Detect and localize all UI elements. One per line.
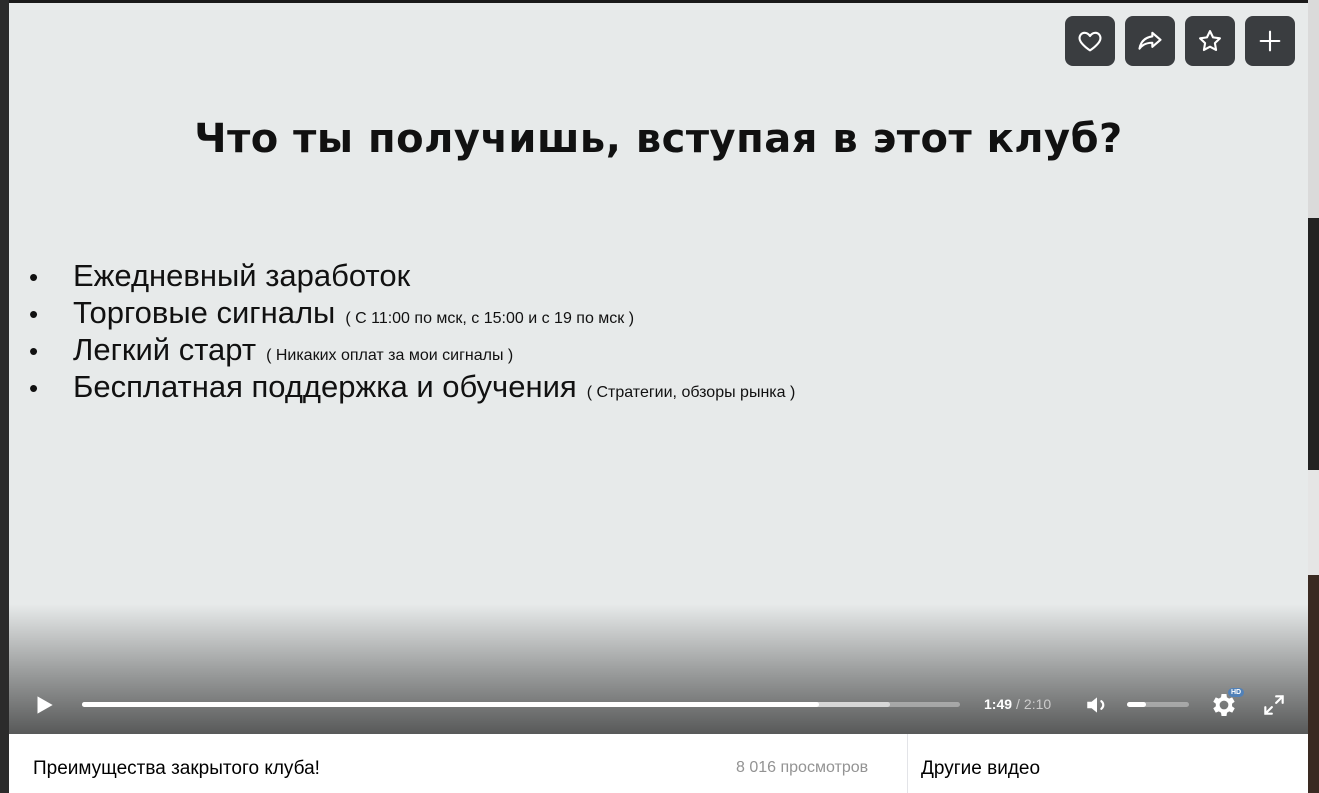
star-icon xyxy=(1199,30,1221,52)
bullet-text: Легкий старт xyxy=(73,332,257,367)
like-button[interactable] xyxy=(1065,16,1115,66)
share-arrow-icon xyxy=(1138,31,1162,50)
video-info-bar: Преимущества закрытого клуба! 8 016 прос… xyxy=(9,734,1308,793)
slide-bullet-list: • Ежедневный заработок • Торговые сигнал… xyxy=(29,258,795,406)
page-background-right xyxy=(1308,0,1319,793)
favorite-button[interactable] xyxy=(1185,16,1235,66)
bullet-marker: • xyxy=(29,262,39,292)
bullet-marker: • xyxy=(29,373,39,403)
volume-slider[interactable] xyxy=(1127,702,1189,707)
heart-icon xyxy=(1078,31,1102,52)
bullet-marker: • xyxy=(29,336,39,366)
time-display: 1:49/2:10 xyxy=(984,696,1051,712)
play-button[interactable] xyxy=(31,692,57,718)
bullet-item: • Бесплатная поддержка и обучения ( Стра… xyxy=(29,369,795,406)
bullet-note: ( Никаких оплат за мои сигналы ) xyxy=(266,347,514,364)
current-time: 1:49 xyxy=(984,696,1013,712)
bullet-item: • Торговые сигналы ( С 11:00 по мск, с 1… xyxy=(29,295,795,332)
volume-level xyxy=(1127,702,1146,707)
speaker-icon xyxy=(1087,697,1105,713)
duration: 2:10 xyxy=(1023,696,1052,712)
player-controls: 1:49/2:10 HD xyxy=(9,674,1308,734)
add-button[interactable] xyxy=(1245,16,1295,66)
bullet-note: ( С 11:00 по мск, с 15:00 и с 19 по мск … xyxy=(345,310,635,327)
hd-badge: HD xyxy=(1228,688,1245,697)
bullet-text: Бесплатная поддержка и обучения xyxy=(73,369,577,404)
bullet-item: • Легкий старт ( Никаких оплат за мои си… xyxy=(29,332,795,369)
view-count: 8 016 просмотров xyxy=(736,759,869,776)
divider xyxy=(907,734,908,793)
fullscreen-icon xyxy=(1264,695,1284,715)
bullet-text: Торговые сигналы xyxy=(73,295,336,330)
bullet-note: ( Стратегии, обзоры рынка ) xyxy=(586,384,796,401)
other-videos-link[interactable]: Другие видео xyxy=(921,758,1040,780)
bullet-text: Ежедневный заработок xyxy=(73,258,411,293)
progress-bar[interactable] xyxy=(82,702,960,707)
play-icon xyxy=(37,696,53,714)
plus-icon xyxy=(1259,30,1281,52)
video-title: Преимущества закрытого клуба! xyxy=(33,758,320,779)
slide-title: Что ты получишь, вступая в этот клуб? xyxy=(194,116,1123,162)
video-player[interactable]: Что ты получишь, вступая в этот клуб? • … xyxy=(9,3,1308,734)
share-button[interactable] xyxy=(1125,16,1175,66)
progress-played xyxy=(82,702,819,707)
time-separator: / xyxy=(1016,696,1020,712)
volume-button[interactable] xyxy=(1084,692,1110,718)
page-background-left xyxy=(0,0,9,793)
bullet-item: • Ежедневный заработок xyxy=(29,258,795,295)
fullscreen-button[interactable] xyxy=(1261,692,1287,718)
video-actions xyxy=(1065,16,1295,66)
bullet-marker: • xyxy=(29,299,39,329)
